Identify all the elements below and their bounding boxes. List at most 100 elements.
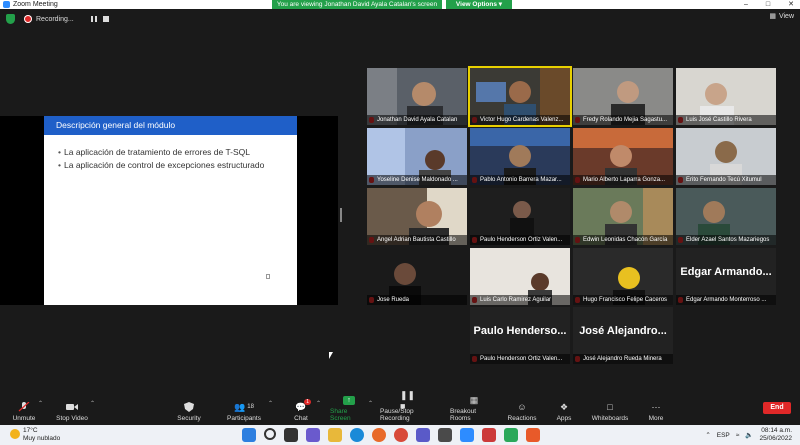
share-screen-label: Share Screen [330, 408, 351, 422]
view-button[interactable]: ▦ View [769, 12, 794, 21]
end-meeting-button[interactable]: End [763, 402, 791, 414]
chat-app-icon[interactable] [306, 428, 320, 442]
view-options-button[interactable]: View Options ▾ [446, 0, 512, 9]
zoom-taskbar-icon[interactable] [460, 428, 474, 442]
participant-display-name: Edgar Armando... [680, 266, 772, 278]
teams-icon[interactable] [416, 428, 430, 442]
participant-name: Luis Carlo Ramirez Aguilar [470, 295, 570, 305]
firefox-icon[interactable] [372, 428, 386, 442]
mouse-cursor-icon [329, 352, 333, 359]
participant-tile-no-video[interactable]: Edgar Armando... Edgar Armando Monterros… [676, 248, 776, 305]
search-icon[interactable] [264, 428, 276, 440]
task-view-icon[interactable] [284, 428, 298, 442]
app-icon[interactable] [526, 428, 540, 442]
security-label: Security [177, 415, 201, 422]
participant-tile[interactable]: Angel Adrian Bautista Castillo [367, 188, 467, 245]
participant-tile[interactable]: Jose Rueda [367, 248, 467, 305]
participant-tile[interactable]: Paulo Henderson Ortiz Valen... [470, 188, 570, 245]
chat-button[interactable]: 💬 1 Chat [290, 396, 312, 425]
participant-name: Luis José Castillo Rivera [676, 115, 776, 125]
participants-button[interactable]: 👥 18 Participants [224, 396, 264, 425]
video-options-caret-icon[interactable]: ⌃ [90, 400, 95, 407]
participant-name: Victor Hugo Cardenas Valenz... [470, 115, 570, 125]
edge-browser-icon[interactable] [350, 428, 364, 442]
maximize-icon[interactable]: □ [766, 0, 770, 9]
volume-icon[interactable]: 🔈 [745, 431, 753, 439]
more-button[interactable]: ⋯ More [646, 396, 666, 425]
shield-icon [184, 402, 194, 412]
participant-tile[interactable]: Mario Alberto Laparra Gonza... [573, 128, 673, 185]
app-title: Zoom Meeting [0, 1, 58, 8]
participant-tile[interactable]: Elder Azael Santos Mazariegos [676, 188, 776, 245]
participant-tile[interactable]: Pablo Antonio Barrera Mazar... [470, 128, 570, 185]
audio-options-caret-icon[interactable]: ⌃ [38, 400, 43, 407]
pause-stop-recording-button[interactable]: ❚❚ ■ Pause/Stop Recording [380, 389, 442, 425]
participant-gallery: Jonathan David Ayala Catalan Victor Hugo… [367, 66, 777, 364]
participant-tile-no-video[interactable]: Paulo Henderso... Paulo Henderson Ortiz … [470, 307, 570, 364]
stop-video-button[interactable]: Stop Video [54, 396, 90, 425]
chrome-icon[interactable] [394, 428, 408, 442]
security-button[interactable]: Security [174, 396, 204, 425]
participant-name: José Alejandro Rueda Minera [573, 354, 673, 364]
view-label: View [778, 12, 794, 20]
apps-icon: ❖ [559, 401, 569, 412]
participant-tile[interactable]: Yoseline Denise Maldonado ... [367, 128, 467, 185]
participant-display-name: Paulo Henderso... [473, 325, 567, 337]
participants-options-caret-icon[interactable]: ⌃ [268, 400, 273, 407]
language-indicator[interactable]: ESP [717, 432, 730, 439]
participant-tile[interactable]: Luis José Castillo Rivera [676, 68, 776, 125]
windows-start-icon[interactable] [242, 428, 256, 442]
participant-tile-active-speaker[interactable]: Victor Hugo Cardenas Valenz... [468, 66, 572, 127]
participant-tile[interactable]: Edwin Leonidas Chacón García [573, 188, 673, 245]
share-options-caret-icon[interactable]: ⌃ [368, 400, 373, 407]
store-icon[interactable] [438, 428, 452, 442]
unmute-button[interactable]: Unmute [8, 396, 40, 425]
wifi-icon[interactable]: ≈ [736, 432, 740, 439]
pause-recording-icon[interactable] [90, 15, 98, 23]
panel-splitter-handle[interactable] [340, 208, 342, 222]
more-dots-icon: ⋯ [651, 401, 661, 412]
view-options-label: View Options [455, 1, 497, 8]
pause-stop-icon: ❚❚ ■ [400, 389, 416, 411]
unmute-label: Unmute [12, 415, 36, 422]
participant-tile[interactable]: Fredy Rolando Mejia Sagastu... [573, 68, 673, 125]
reactions-label: Reactions [507, 415, 537, 422]
smiley-icon: ☺ [517, 402, 527, 412]
file-explorer-icon[interactable] [328, 428, 342, 442]
whiteboards-button[interactable]: □ Whiteboards [590, 396, 630, 425]
breakout-label: Breakout Rooms [450, 408, 477, 422]
share-screen-button[interactable]: ↑ Share Screen [330, 396, 368, 425]
apps-button[interactable]: ❖ Apps [554, 396, 574, 425]
tray-overflow-icon[interactable]: ⌃ [705, 431, 710, 439]
weather-widget[interactable]: 17°C Muy nublado [10, 427, 60, 443]
participant-name: Mario Alberto Laparra Gonza... [573, 175, 673, 185]
close-icon[interactable]: ✕ [788, 0, 794, 9]
taskbar-clock[interactable]: 08:14 a.m. 25/06/2022 [759, 427, 792, 443]
camtasia-icon[interactable] [504, 428, 518, 442]
chat-options-caret-icon[interactable]: ⌃ [316, 400, 321, 407]
participant-tile[interactable]: Luis Carlo Ramirez Aguilar [470, 248, 570, 305]
recording-label: Recording... [36, 15, 74, 23]
participant-tile[interactable]: Erito Fernando Tecú Xitumul [676, 128, 776, 185]
participant-tile-no-video[interactable]: José Alejandro... José Alejandro Rueda M… [573, 307, 673, 364]
participant-name: Hugo Francisco Felipe Caceros [573, 295, 673, 305]
share-screen-icon: ↑ [343, 396, 355, 405]
reactions-button[interactable]: ☺ Reactions [506, 396, 538, 425]
stop-recording-icon[interactable] [102, 15, 110, 23]
whiteboards-label: Whiteboards [591, 415, 629, 422]
sql-server-icon[interactable] [482, 428, 496, 442]
clock-date: 25/06/2022 [759, 435, 792, 442]
participants-count: 18 [247, 404, 254, 410]
security-shield-icon[interactable] [6, 14, 15, 24]
participant-tile[interactable]: Hugo Francisco Felipe Caceros [573, 248, 673, 305]
minimize-icon[interactable]: – [744, 0, 748, 9]
participant-name: Angel Adrian Bautista Castillo [367, 235, 467, 245]
zoom-logo-icon [3, 1, 10, 8]
participant-name: Elder Azael Santos Mazariegos [676, 235, 776, 245]
breakout-rooms-button[interactable]: ▦ Breakout Rooms [450, 395, 498, 425]
participant-name: Jose Rueda [367, 295, 467, 305]
slide-heading: Descripción general del módulo [44, 116, 297, 135]
chat-label: Chat [294, 415, 308, 422]
temperature: 17°C [23, 427, 38, 434]
participant-tile[interactable]: Jonathan David Ayala Catalan [367, 68, 467, 125]
